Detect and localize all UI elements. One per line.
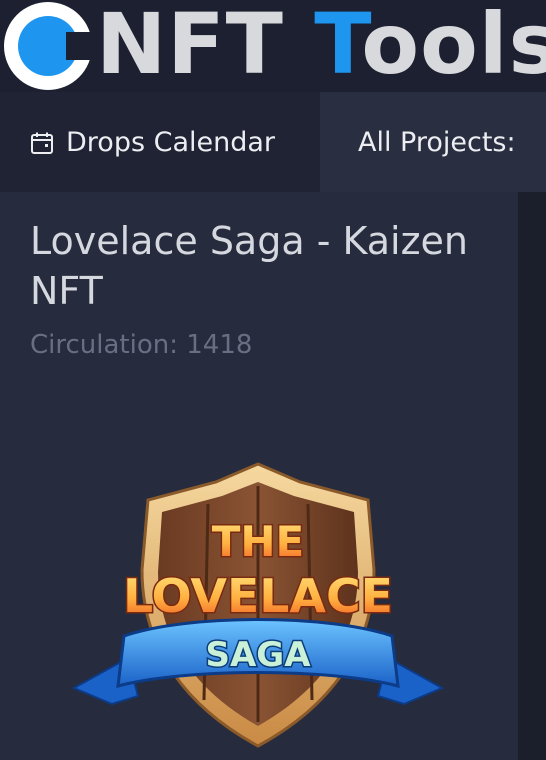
side-panel xyxy=(518,192,546,760)
brand-name-part3: ools xyxy=(361,0,546,92)
logo-text-the: THE xyxy=(212,517,305,566)
project-logo-image[interactable]: THE LOVELACE SAGA xyxy=(68,460,448,750)
main-nav: Drops Calendar All Projects: xyxy=(0,92,546,192)
nav-item-drops-label: Drops Calendar xyxy=(66,127,276,158)
nav-item-projects-label: All Projects: xyxy=(358,127,516,158)
circulation-text: Circulation: 1418 xyxy=(30,330,252,360)
calendar-icon xyxy=(31,132,53,154)
brand-name-part2: T xyxy=(314,0,362,92)
brand-logo-icon[interactable] xyxy=(4,2,94,90)
project-card[interactable]: Lovelace Saga - Kaizen NFT Circulation: … xyxy=(0,192,518,760)
site-header: NFT Tools xyxy=(0,0,546,92)
brand-name[interactable]: NFT Tools xyxy=(96,0,546,90)
nav-item-drops-calendar[interactable]: Drops Calendar xyxy=(0,92,320,192)
nav-item-all-projects[interactable]: All Projects: xyxy=(320,92,546,192)
logo-text-saga: SAGA xyxy=(205,635,311,675)
circulation-label: Circulation: xyxy=(30,330,178,360)
circulation-value: 1418 xyxy=(186,330,253,360)
project-title: Lovelace Saga - Kaizen NFT xyxy=(30,219,469,313)
brand-name-part1: NFT xyxy=(96,0,315,92)
logo-text-lovelace: LOVELACE xyxy=(123,569,393,623)
